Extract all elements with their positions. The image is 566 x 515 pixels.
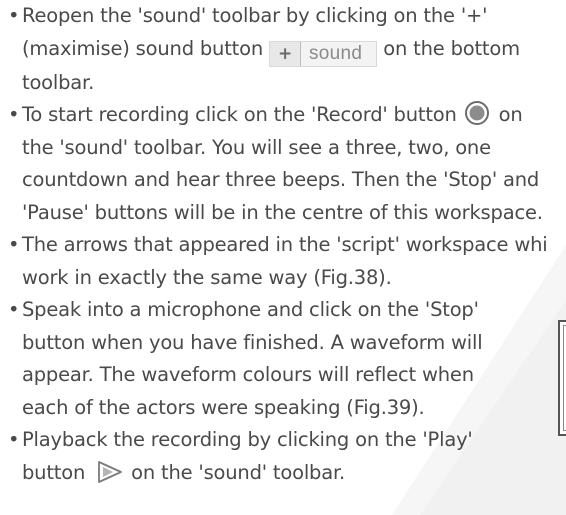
bullet-dot: • (8, 103, 20, 127)
item-text: To start recording click on the 'Record'… (22, 103, 457, 127)
record-icon[interactable] (463, 100, 493, 126)
item-text: (maximise) sound button (22, 36, 263, 60)
item-text-line: work in exactly the same way (Fig.38). (22, 265, 392, 289)
item-text-line: Playback the recording by clicking on th… (22, 428, 473, 452)
item-text-line: button when you have finished. A wavefor… (22, 330, 483, 354)
item-text: on (498, 103, 523, 127)
item-text: on the 'sound' toolbar. (131, 460, 345, 484)
item-text-line: appear. The waveform colours will reflec… (22, 363, 474, 387)
instruction-page: • Reopen the 'sound' toolbar by clicking… (0, 0, 566, 515)
bullet-dot: • (8, 4, 20, 27)
item-text-line: The arrows that appeared in the 'script'… (22, 233, 548, 257)
item-text-line: To start recording click on the 'Record'… (22, 99, 566, 132)
list-item: • Playback the recording by clicking on … (8, 424, 566, 489)
item-text-line: (maximise) sound button + sound on the bott… (22, 33, 566, 67)
item-text: on the bottom (383, 36, 520, 60)
item-text-line: countdown and hear three beeps. Then the… (22, 168, 540, 192)
item-text-line: 'Pause' buttons will be in the centre of… (22, 200, 543, 224)
item-text-line: each of the actors were speaking (Fig.39… (22, 395, 425, 419)
list-item: • Speak into a microphone and click on t… (8, 294, 566, 424)
bullet-dot: • (8, 233, 20, 257)
play-icon[interactable] (91, 460, 125, 484)
item-text-line: Reopen the 'sound' toolbar by clicking o… (22, 4, 488, 27)
sound-button-label: sound (309, 42, 363, 64)
list-item: • Reopen the 'sound' toolbar by clicking… (8, 0, 566, 99)
plus-icon: + (270, 41, 301, 66)
instruction-list: • Reopen the 'sound' toolbar by clicking… (8, 0, 566, 489)
item-text-line: toolbar. (22, 70, 95, 94)
maximise-sound-button[interactable]: + sound (269, 40, 378, 67)
list-item: • The arrows that appeared in the 'scrip… (8, 229, 566, 294)
item-text-line: button on the 'sound' toolbar. (22, 457, 566, 490)
list-item: • To start recording click on the 'Recor… (8, 99, 566, 229)
item-text-line: Speak into a microphone and click on the… (22, 298, 479, 322)
figure-frame-edge (558, 320, 566, 436)
bullet-dot: • (8, 298, 20, 322)
bullet-dot: • (8, 428, 20, 452)
item-text-line: the 'sound' toolbar. You will see a thre… (22, 135, 491, 159)
item-text: button (22, 460, 86, 484)
